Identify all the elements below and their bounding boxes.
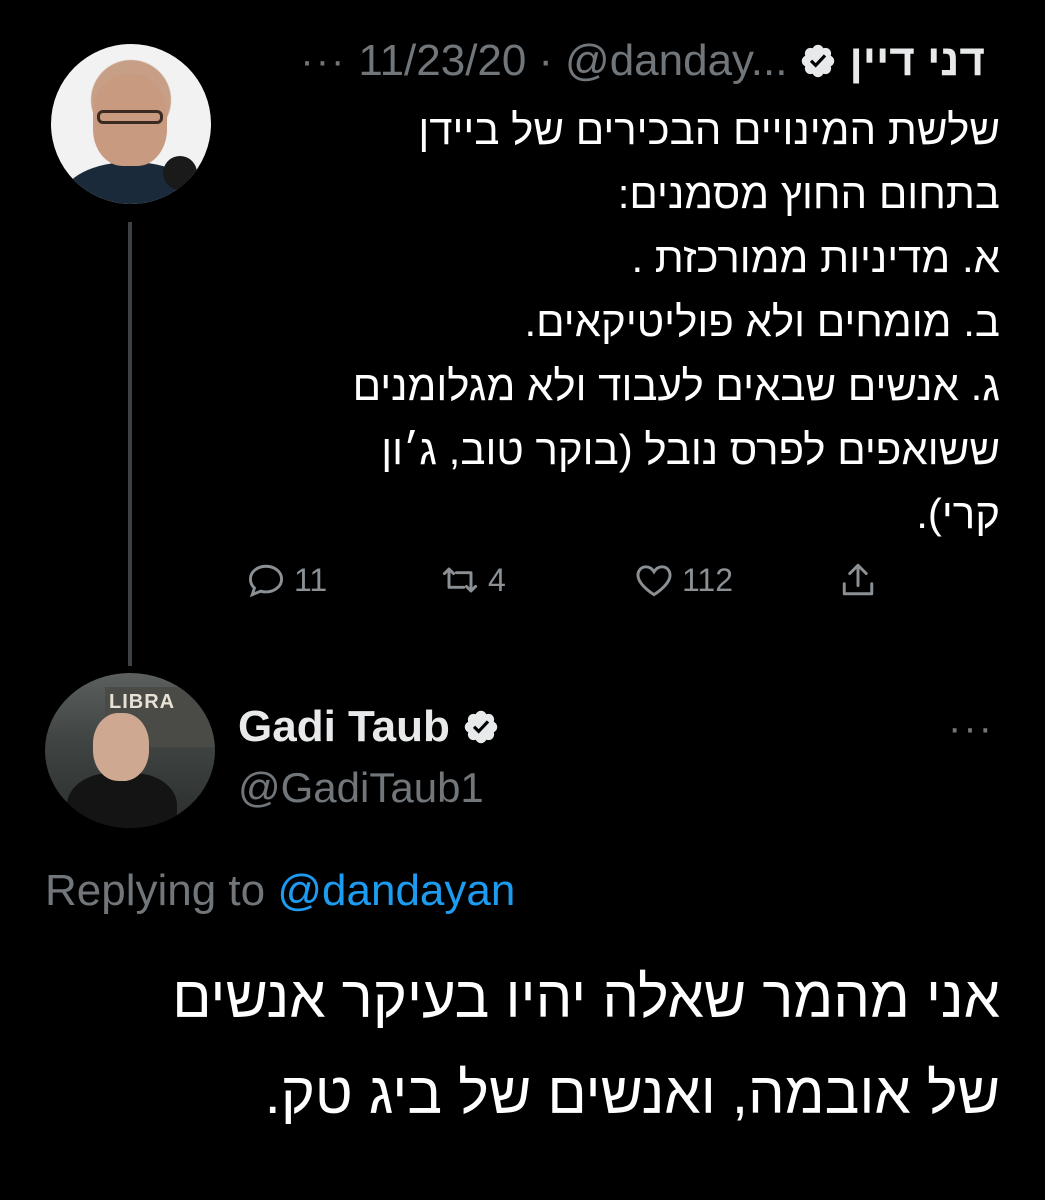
replying-to-label: Replying to	[45, 866, 266, 915]
reply-author-name[interactable]: Gadi Taub	[238, 702, 450, 752]
reply-action[interactable]: 11	[244, 558, 327, 602]
share-action[interactable]	[836, 558, 880, 602]
verified-badge-icon	[464, 710, 498, 744]
share-icon	[842, 563, 874, 596]
like-count: 112	[682, 561, 734, 598]
more-horizontal-icon[interactable]: ···	[300, 41, 346, 81]
retweet-icon	[442, 567, 478, 593]
avatar-microphone	[163, 156, 197, 190]
parent-tweet-actions: 11 4 112	[240, 558, 900, 618]
like-action[interactable]: 112	[632, 558, 733, 602]
replying-to-mention-link[interactable]: @dandayan	[277, 866, 515, 915]
avatar-body	[67, 773, 177, 828]
avatar-glasses	[97, 110, 163, 124]
replying-to-line: Replying to @dandayan	[45, 866, 515, 916]
reply-author-avatar[interactable]: LIBRA	[45, 673, 215, 828]
reply-count: 11	[294, 561, 328, 598]
reply-author-handle[interactable]: @GadiTaub1	[238, 764, 484, 812]
reply-author-name-row: Gadi Taub	[238, 702, 500, 752]
thread-connector-line	[128, 222, 132, 666]
parent-tweet-date[interactable]: 11/23/20	[358, 36, 526, 86]
parent-tweet-text: שלשת המינויים הבכירים של ביידן בתחום החו…	[352, 106, 1000, 537]
verified-badge-icon	[802, 44, 835, 78]
parent-author-avatar[interactable]	[51, 44, 211, 204]
heart-icon	[636, 565, 672, 597]
reply-tweet-text: אני מהמר שאלה יהיו בעיקר אנשים של אובמה,…	[172, 965, 1000, 1126]
reply-icon	[248, 564, 284, 598]
retweet-action[interactable]: 4	[438, 558, 506, 602]
retweet-count: 4	[488, 561, 506, 598]
parent-author-name[interactable]: דני דיין	[849, 36, 985, 86]
header-separator: ·	[538, 36, 554, 85]
parent-tweet-header: דני דיין @danday... · 11/23/20 ···	[300, 36, 985, 86]
parent-author-handle[interactable]: @danday...	[565, 36, 787, 86]
avatar-head	[93, 713, 149, 781]
more-horizontal-icon[interactable]: ···	[948, 708, 994, 748]
